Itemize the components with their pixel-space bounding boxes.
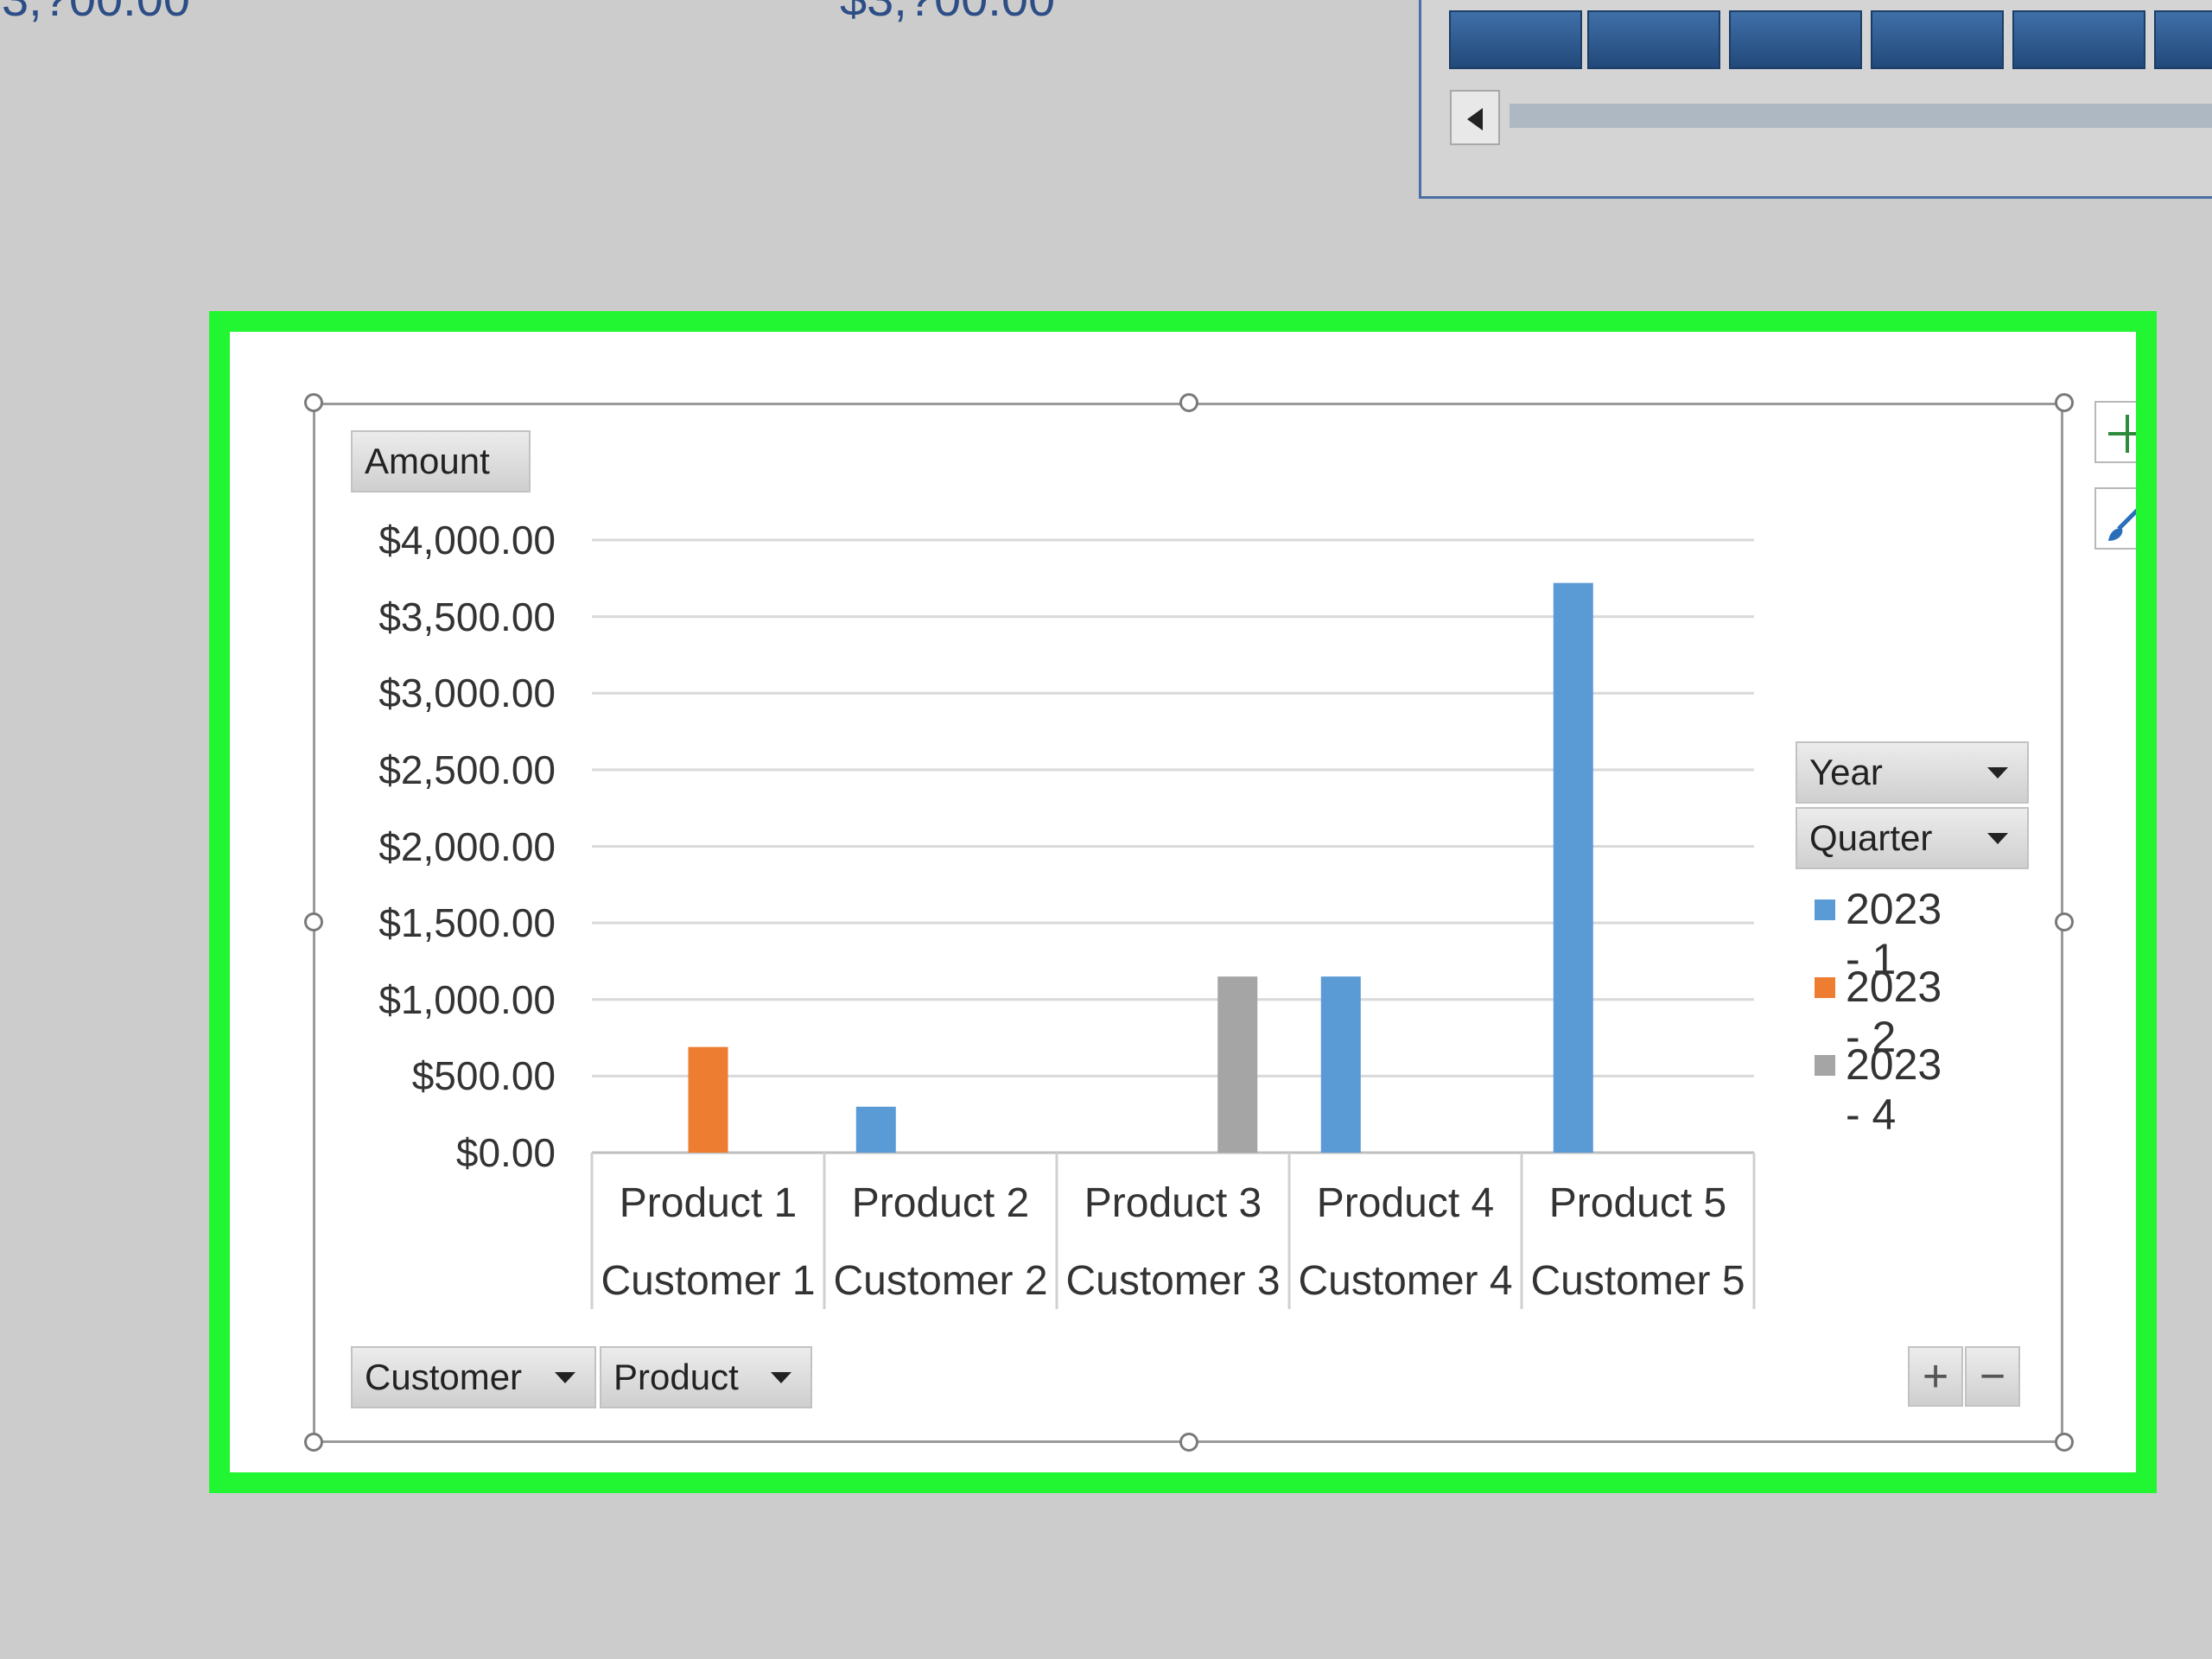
y-tick-label: $3,500.00 [378, 594, 556, 639]
category-label-product: Product 5 [1548, 1180, 1727, 1226]
y-tick-label: $4,000.00 [378, 518, 556, 563]
legend-swatch [1815, 899, 1835, 920]
legend-entry[interactable]: 2023 - 4 [1846, 1039, 1942, 1140]
category-label-customer: Customer 5 [1530, 1258, 1745, 1304]
y-tick-label: $0.00 [455, 1130, 556, 1175]
legend-swatch [1815, 977, 1835, 998]
y-tick-label: $1,500.00 [378, 900, 556, 946]
bar[interactable] [688, 1046, 728, 1153]
bar[interactable] [1320, 976, 1361, 1153]
category-label-customer: Customer 2 [833, 1258, 1048, 1304]
bar[interactable] [855, 1106, 896, 1153]
category-label-product: Product 4 [1316, 1180, 1495, 1226]
category-label-product: Product 2 [851, 1180, 1030, 1226]
category-label-product: Product 1 [619, 1180, 798, 1226]
chart-plot [590, 538, 1756, 1309]
category-label-customer: Customer 1 [601, 1258, 816, 1304]
y-tick-label: $2,500.00 [378, 747, 556, 792]
y-tick-label: $1,000.00 [378, 976, 556, 1022]
legend-swatch [1815, 1055, 1835, 1076]
y-tick-label: $3,000.00 [378, 671, 556, 716]
category-label-customer: Customer 4 [1298, 1258, 1513, 1304]
bar[interactable] [1553, 582, 1593, 1153]
category-label-customer: Customer 3 [1065, 1258, 1281, 1304]
y-tick-label: $500.00 [411, 1053, 556, 1099]
category-label-product: Product 3 [1084, 1180, 1262, 1226]
bar[interactable] [1217, 976, 1258, 1153]
y-tick-label: $2,000.00 [378, 823, 556, 869]
